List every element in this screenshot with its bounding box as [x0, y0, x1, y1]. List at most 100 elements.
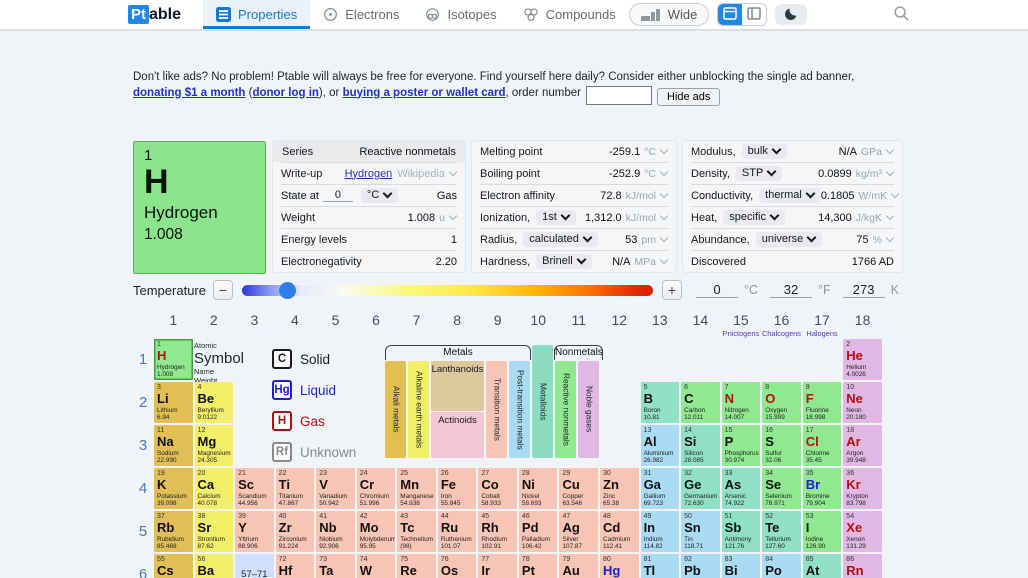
search-button[interactable]: [887, 4, 916, 26]
element-cell-se[interactable]: 34SeSelenium78.971: [762, 468, 801, 509]
temperature-increase-button[interactable]: +: [662, 280, 682, 300]
group-category-link[interactable]: Halogens: [806, 329, 837, 338]
element-cell-ag[interactable]: 47AgSilver107.87: [559, 511, 598, 552]
chevron-down-icon[interactable]: [660, 168, 668, 176]
element-cell-cd[interactable]: 48CdCadmium112.41: [600, 511, 639, 552]
element-cell-ne[interactable]: 10NeNeon20.180: [843, 382, 882, 423]
chevron-down-icon[interactable]: [660, 212, 668, 220]
chevron-down-icon[interactable]: [660, 234, 668, 242]
chevron-down-icon[interactable]: [807, 233, 817, 243]
category-strip-metalloids[interactable]: Metalloids: [532, 345, 553, 458]
layout-vertical-button[interactable]: [742, 4, 766, 25]
temperature-decrease-button[interactable]: −: [213, 280, 233, 300]
element-cell-w[interactable]: 74WTungsten: [357, 554, 396, 578]
chevron-down-icon[interactable]: [576, 255, 586, 265]
property-unit[interactable]: u: [439, 212, 445, 224]
category-strip-noble-gases[interactable]: Noble gases: [578, 361, 599, 458]
element-cell-h[interactable]: 1HHydrogen1.008: [154, 339, 193, 380]
option-dropdown[interactable]: Brinell: [536, 254, 592, 269]
element-cell-tl[interactable]: 81TlThallium: [641, 554, 680, 578]
element-cell-pt[interactable]: 78PtPlatinum: [519, 554, 558, 578]
category-strip-alkaline-earth-metals[interactable]: Alkaline earth metals: [408, 361, 429, 458]
chevron-down-icon[interactable]: [771, 145, 781, 155]
element-cell-ti[interactable]: 22TiTitanium47.867: [276, 468, 315, 509]
group-category-link[interactable]: Chalcogens: [762, 329, 801, 338]
category-lanthanoids[interactable]: Lanthanoids: [431, 361, 484, 411]
element-cell-mg[interactable]: 12MgMagnesium24.305: [195, 425, 234, 466]
element-cell-as[interactable]: 33AsArsenic74.922: [722, 468, 761, 509]
option-dropdown[interactable]: bulk: [742, 144, 787, 159]
element-cell-kr[interactable]: 36KrKrypton83.798: [843, 468, 882, 509]
property-unit[interactable]: W/mK: [859, 190, 888, 202]
property-unit[interactable]: %: [873, 234, 882, 246]
element-cell-be[interactable]: 4BeBeryllium9.0122: [195, 382, 234, 423]
element-cell-xe[interactable]: 54XeXenon131.29: [843, 511, 882, 552]
element-cell-re[interactable]: 75ReRhenium: [397, 554, 436, 578]
layout-horizontal-button[interactable]: [718, 4, 742, 25]
category-actinoids[interactable]: Actinoids: [431, 412, 484, 458]
chevron-down-icon[interactable]: [886, 146, 894, 154]
element-cell-li[interactable]: 3LiLithium6.94: [154, 382, 193, 423]
property-unit[interactable]: GPa: [861, 146, 882, 158]
chevron-down-icon[interactable]: [582, 233, 592, 243]
chevron-down-icon[interactable]: [660, 256, 668, 264]
chevron-down-icon[interactable]: [891, 190, 899, 198]
element-cell-mo[interactable]: 42MoMolybdenum95.95: [357, 511, 396, 552]
chevron-down-icon[interactable]: [886, 234, 894, 242]
element-cell-cs[interactable]: 55CsCaesium: [154, 554, 193, 578]
element-cell-al[interactable]: 13AlAluminium26.982: [641, 425, 680, 466]
category-strip-reactive-nonmetals[interactable]: Reactive nonmetals: [555, 361, 576, 458]
hide-ads-button[interactable]: Hide ads: [657, 88, 720, 106]
element-cell-in[interactable]: 49InIndium114.82: [641, 511, 680, 552]
element-cell-na[interactable]: 11NaSodium22.990: [154, 425, 193, 466]
element-cell-ir[interactable]: 77IrIridium: [478, 554, 517, 578]
chevron-down-icon[interactable]: [886, 212, 894, 220]
dark-mode-toggle[interactable]: [775, 4, 807, 25]
element-cell-nb[interactable]: 41NbNiobium92.906: [316, 511, 355, 552]
element-cell-zn[interactable]: 30ZnZinc65.38: [600, 468, 639, 509]
element-cell-n[interactable]: 7NNitrogen14.007: [722, 382, 761, 423]
element-cell-pd[interactable]: 46PdPalladium106.42: [519, 511, 558, 552]
width-selector-button[interactable]: Wide: [629, 3, 710, 26]
property-unit[interactable]: kg/m³: [856, 168, 882, 180]
donate-link[interactable]: donating $1 a month: [133, 87, 245, 99]
element-cell-s[interactable]: 16SSulfur32.06: [762, 425, 801, 466]
element-cell-ar[interactable]: 18ArArgon39.948: [843, 425, 882, 466]
category-strip-transition-metals[interactable]: Transition metals: [486, 361, 507, 458]
element-cell-y[interactable]: 39YYttrium88.906: [235, 511, 274, 552]
element-cell-co[interactable]: 27CoCobalt58.933: [478, 468, 517, 509]
element-cell-sr[interactable]: 38SrStrontium87.62: [195, 511, 234, 552]
element-cell-f[interactable]: 9FFluorine18.998: [803, 382, 842, 423]
element-cell-ru[interactable]: 44RuRuthenium101.07: [438, 511, 477, 552]
element-cell-he[interactable]: 2HeHelium4.0026: [843, 339, 882, 380]
element-cell-cl[interactable]: 17ClChlorine35.45: [803, 425, 842, 466]
element-cell-cr[interactable]: 24CrChromium51.996: [357, 468, 396, 509]
writeup-link[interactable]: Hydrogen: [345, 168, 393, 180]
chevron-down-icon[interactable]: [560, 211, 570, 221]
element-cell-o[interactable]: 8OOxygen15.999: [762, 382, 801, 423]
option-dropdown[interactable]: 1st: [536, 210, 576, 225]
property-unit[interactable]: J/kgK: [856, 212, 882, 224]
chevron-down-icon[interactable]: [767, 167, 777, 177]
chevron-down-icon[interactable]: [660, 146, 668, 154]
property-unit[interactable]: °C: [644, 146, 656, 158]
order-number-input[interactable]: [586, 86, 652, 105]
chevron-down-icon[interactable]: [383, 189, 393, 199]
lanthanide-range-cell[interactable]: 57–71: [235, 554, 274, 578]
element-cell-i[interactable]: 53IIodine126.90: [803, 511, 842, 552]
option-dropdown[interactable]: specific: [723, 210, 785, 225]
element-cell-ni[interactable]: 28NiNickel58.693: [519, 468, 558, 509]
element-cell-si[interactable]: 14SiSilicon28.085: [681, 425, 720, 466]
element-cell-rb[interactable]: 37RbRubidium85.468: [154, 511, 193, 552]
element-cell-zr[interactable]: 40ZrZirconium91.224: [276, 511, 315, 552]
element-cell-ca[interactable]: 20CaCalcium40.078: [195, 468, 234, 509]
group-category-link[interactable]: Pnictogens: [723, 329, 760, 338]
element-cell-sn[interactable]: 50SnTin118.71: [681, 511, 720, 552]
element-cell-br[interactable]: 35BrBromine79.904: [803, 468, 842, 509]
element-cell-os[interactable]: 76OsOsmium: [438, 554, 477, 578]
tab-isotopes[interactable]: Isotopes: [412, 0, 509, 29]
chevron-down-icon[interactable]: [660, 190, 668, 198]
temperature-value-input[interactable]: 32: [770, 282, 812, 298]
chevron-down-icon[interactable]: [886, 168, 894, 176]
element-cell-p[interactable]: 15PPhosphorus30.974: [722, 425, 761, 466]
